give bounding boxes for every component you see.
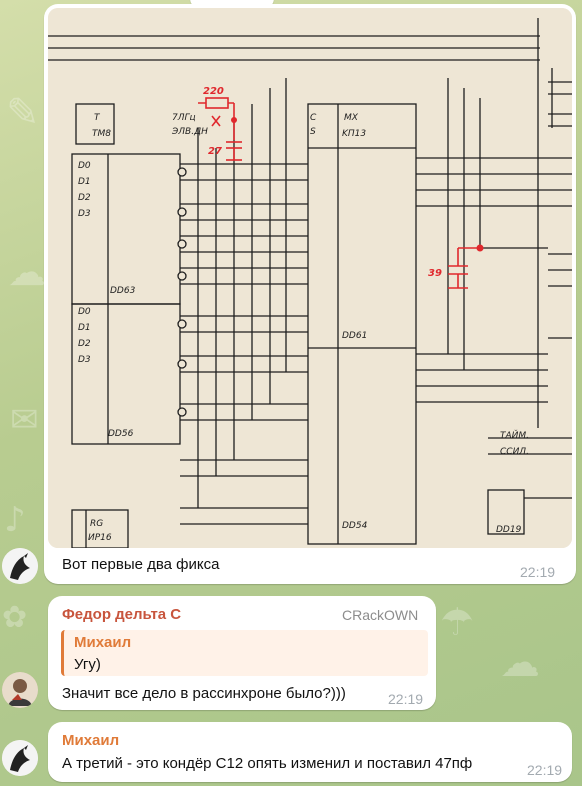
schematic-label: D0	[78, 307, 91, 317]
schematic-label-red: 220	[203, 86, 224, 97]
schematic-label: RG	[90, 519, 103, 529]
avatar[interactable]	[2, 672, 38, 708]
schematic-label: D3	[78, 355, 91, 365]
avatar-image	[2, 672, 38, 708]
message-text: Значит все дело в рассинхроне было?)))	[62, 685, 346, 702]
schematic-label: KП13	[342, 129, 366, 139]
schematic-label: DD63	[110, 286, 136, 296]
wallpaper-doodle: ☁	[8, 250, 46, 294]
message-time: 22:19	[520, 564, 556, 580]
message-text: А третий - это кондёр С12 опять изменил …	[62, 755, 473, 772]
sender-tag: CRackOWN	[342, 607, 419, 623]
schematic-label: ЭЛВ.ДН	[171, 127, 208, 137]
schematic-label: DD54	[342, 521, 368, 531]
wallpaper-doodle: ✎	[6, 90, 40, 136]
avatar-image	[2, 548, 38, 584]
schematic-label: DD61	[342, 331, 367, 341]
quote-text: Угу)	[74, 656, 101, 673]
schematic-label: D0	[78, 161, 91, 171]
wallpaper-doodle: ♪	[4, 500, 26, 540]
message-bubble[interactable]	[48, 722, 572, 782]
quote-author: Михаил	[74, 634, 132, 651]
avatar-image	[2, 740, 38, 776]
schematic-label-red: 39	[428, 268, 442, 279]
schematic-label: 7ЛГц	[172, 113, 196, 123]
schematic-photo[interactable]: T TM8 D0 D1 D2 D3 DD63 D0 D1 D2 D3 DD56 …	[48, 8, 572, 548]
schematic-label: D3	[78, 209, 91, 219]
wallpaper-doodle: ☂	[440, 600, 475, 644]
schematic-label: ИР16	[88, 533, 112, 543]
schematic-label: D1	[78, 177, 91, 187]
schematic-label: DD19	[496, 525, 522, 535]
message-time: 22:19	[388, 691, 424, 707]
schematic-label-red: 27	[208, 146, 222, 157]
schematic-label: D2	[78, 339, 91, 349]
wallpaper-doodle: ☁	[500, 640, 540, 686]
schematic-label: ССИЛ.	[500, 447, 529, 457]
sender-name[interactable]: Федор дельта С	[62, 606, 181, 623]
schematic-label: TM8	[92, 129, 111, 139]
avatar[interactable]	[2, 740, 38, 776]
wallpaper-doodle: ✿	[2, 600, 28, 635]
avatar[interactable]	[2, 548, 38, 584]
schematic-label: ТАЙМ.	[500, 429, 529, 441]
schematic-label: C	[310, 113, 317, 123]
schematic-label: DD56	[108, 429, 134, 439]
schematic-label: MX	[344, 113, 359, 123]
message-time: 22:19	[527, 762, 563, 778]
message-caption: Вот первые два фикса	[62, 556, 220, 573]
wallpaper-doodle: ✉	[10, 400, 39, 440]
schematic-label: D1	[78, 323, 91, 333]
sender-name[interactable]: Михаил	[62, 732, 119, 749]
schematic-label: D2	[78, 193, 91, 203]
schematic-label: S	[310, 127, 316, 137]
schematic-drawing: T TM8 D0 D1 D2 D3 DD63 D0 D1 D2 D3 DD56 …	[48, 8, 572, 548]
